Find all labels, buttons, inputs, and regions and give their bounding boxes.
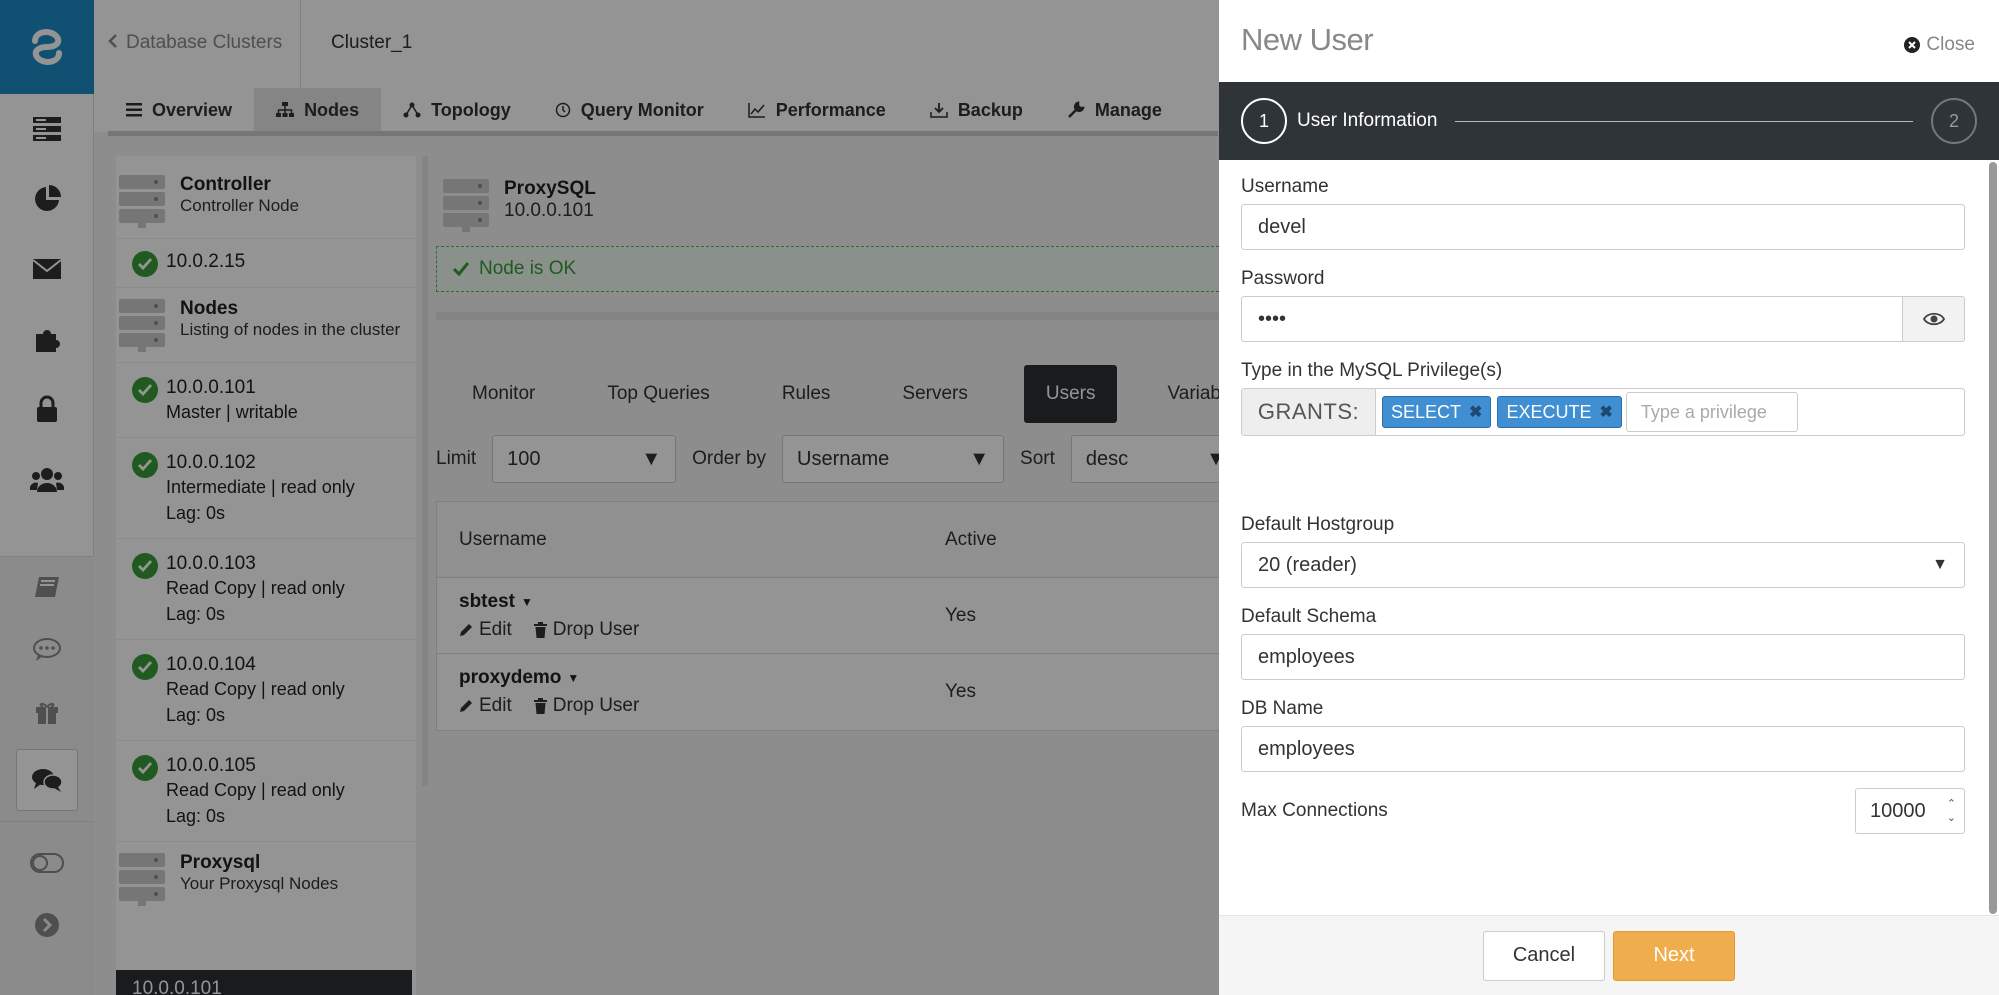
close-circle-icon — [1904, 37, 1921, 53]
next-button[interactable]: Next — [1613, 930, 1735, 981]
privilege-type-input[interactable]: Type a privilege — [1625, 392, 1798, 432]
user-form: Username devel Password •••• Type in the… — [1241, 160, 1965, 915]
schema-input[interactable]: employees — [1241, 634, 1965, 680]
wizard-steps: 1 User Information 2 — [1219, 82, 1999, 160]
step-1-indicator: 1 — [1241, 98, 1287, 144]
caret-down-icon: ▼ — [1932, 556, 1948, 573]
new-user-panel: New User Close 1 User Information 2 User… — [1219, 0, 1999, 995]
panel-footer: Cancel Next — [1219, 915, 1999, 995]
privilege-tag-select[interactable]: SELECT ✖ — [1382, 396, 1492, 428]
privileges-input[interactable]: GRANTS: SELECT ✖ EXECUTE ✖ Type a privil… — [1241, 388, 1965, 436]
max-connections-label: Max Connections — [1241, 800, 1388, 821]
eye-icon — [1922, 312, 1945, 326]
grants-label: GRANTS: — [1242, 389, 1376, 435]
dbname-input[interactable]: employees — [1241, 726, 1965, 772]
panel-scrollbar[interactable] — [1989, 162, 1997, 914]
schema-label: Default Schema — [1241, 606, 1377, 627]
username-label: Username — [1241, 176, 1329, 197]
hostgroup-select[interactable]: 20 (reader) ▼ — [1241, 542, 1965, 588]
remove-tag-icon[interactable]: ✖ — [1599, 402, 1612, 422]
privileges-label: Type in the MySQL Privilege(s) — [1241, 360, 1503, 381]
privilege-tag-execute[interactable]: EXECUTE ✖ — [1497, 396, 1622, 428]
username-input[interactable]: devel — [1241, 204, 1965, 250]
password-input[interactable]: •••• — [1241, 296, 1903, 342]
step-1-label: User Information — [1297, 110, 1438, 131]
password-label: Password — [1241, 268, 1325, 289]
hostgroup-label: Default Hostgroup — [1241, 514, 1395, 535]
stepper-arrows-icon[interactable]: ⌃ ⌄ — [1947, 797, 1956, 825]
cancel-button[interactable]: Cancel — [1483, 930, 1605, 981]
close-button[interactable]: Close — [1904, 34, 1975, 56]
panel-title: New User — [1241, 22, 1374, 57]
show-password-button[interactable] — [1903, 296, 1965, 342]
max-connections-stepper[interactable]: 10000 ⌃ ⌄ — [1855, 788, 1965, 834]
modal-backdrop[interactable] — [0, 0, 1220, 995]
dbname-label: DB Name — [1241, 698, 1324, 719]
step-2-indicator: 2 — [1931, 98, 1977, 144]
remove-tag-icon[interactable]: ✖ — [1469, 402, 1482, 422]
